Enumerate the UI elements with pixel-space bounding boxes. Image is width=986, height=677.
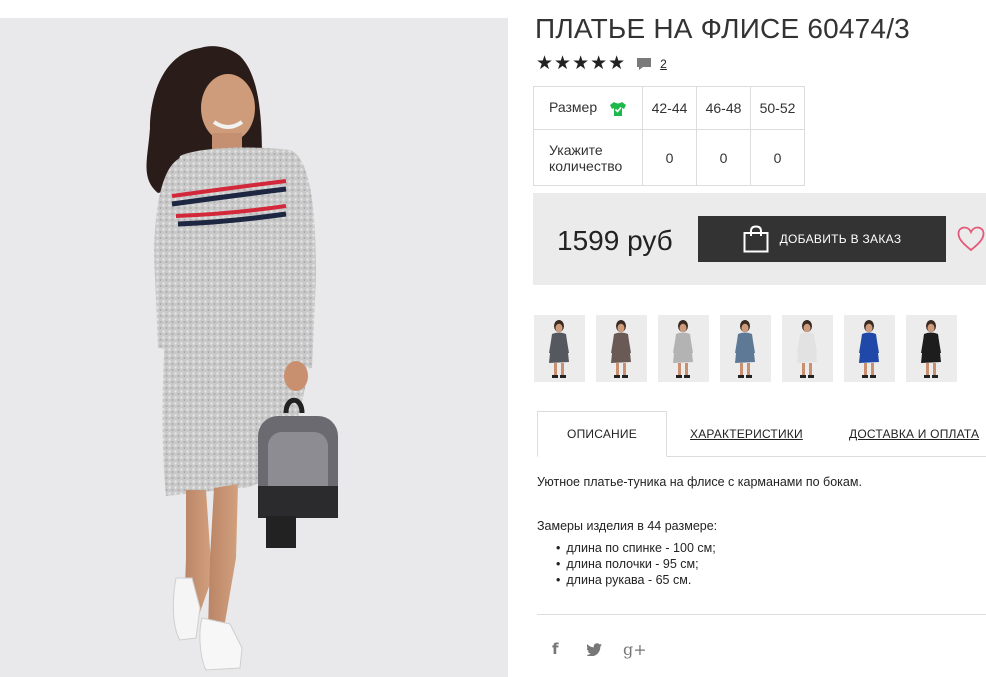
info-tabs: ОПИСАНИЕ ХАРАКТЕРИСТИКИ ДОСТАВКА И ОПЛАТ… (537, 411, 986, 457)
color-thumbnail[interactable] (782, 315, 833, 382)
thumbnail-image (735, 320, 755, 378)
add-to-order-button[interactable]: ДОБАВИТЬ В ЗАКАЗ (698, 216, 946, 262)
thumbnail-image (611, 320, 631, 378)
size-column: 42-44 (642, 86, 697, 130)
add-to-order-label: ДОБАВИТЬ В ЗАКАЗ (779, 232, 902, 246)
color-thumbnail[interactable] (658, 315, 709, 382)
rating-stars: ★★★★★ (536, 53, 627, 74)
quantity-input[interactable]: 0 (642, 129, 697, 186)
color-variant-thumbnails (534, 315, 968, 382)
google-plus-glyph: g+ (623, 639, 647, 659)
quantity-input[interactable]: 0 (750, 129, 805, 186)
color-thumbnail[interactable] (906, 315, 957, 382)
measurements-list: длина по спинке - 100 см; длина полочки … (556, 540, 716, 588)
tab-delivery-payment[interactable]: ДОСТАВКА И ОПЛАТА (849, 411, 979, 457)
quantity-label: Укажите количество (533, 129, 643, 186)
tab-characteristics[interactable]: ХАРАКТЕРИСТИКИ (690, 411, 803, 457)
purchase-panel: 1599 руб ДОБАВИТЬ В ЗАКАЗ (533, 193, 986, 285)
shopping-bag-icon (743, 225, 769, 253)
measurements-title: Замеры изделия в 44 размере: (537, 519, 718, 533)
size-quantity-table: Размер 42-44 46-48 50-52 Укажите количес… (533, 86, 805, 186)
model-illustration (146, 46, 338, 671)
quantity-input[interactable]: 0 (696, 129, 751, 186)
size-label: Размер (549, 99, 598, 116)
product-title: ПЛАТЬЕ НА ФЛИСЕ 60474/3 (535, 13, 910, 44)
thumbnail-image (859, 320, 879, 378)
google-plus-icon[interactable]: g+ (623, 639, 647, 659)
main-product-photo[interactable] (0, 18, 508, 677)
facebook-icon[interactable]: f (552, 640, 559, 658)
thumbnail-image (549, 320, 569, 378)
rating-row: ★★★★★ 2 (536, 54, 667, 74)
color-thumbnail[interactable] (720, 315, 771, 382)
size-column: 46-48 (696, 86, 751, 130)
twitter-bird-icon (587, 642, 602, 656)
speech-bubble-icon (637, 58, 652, 70)
size-column: 50-52 (750, 86, 805, 130)
color-thumbnail[interactable] (534, 315, 585, 382)
price: 1599 руб (557, 225, 673, 256)
thumbnail-image (797, 320, 817, 378)
twitter-icon[interactable] (587, 640, 602, 658)
thumbnail-image (921, 320, 941, 378)
review-count-link[interactable]: 2 (660, 57, 667, 71)
tab-description[interactable]: ОПИСАНИЕ (537, 411, 667, 457)
color-thumbnail[interactable] (596, 315, 647, 382)
divider (537, 614, 986, 615)
color-thumbnail[interactable] (844, 315, 895, 382)
size-label-cell: Размер (533, 86, 643, 130)
list-item: длина полочки - 95 см; (556, 556, 716, 572)
t-shirt-icon[interactable] (609, 101, 627, 117)
heart-icon[interactable] (957, 226, 985, 252)
list-item: длина рукава - 65 см. (556, 572, 716, 588)
thumbnail-image (673, 320, 693, 378)
list-item: длина по спинке - 100 см; (556, 540, 715, 556)
facebook-glyph: f (552, 640, 559, 658)
description-text: Уютное платье-туника на флисе с карманам… (537, 475, 862, 489)
